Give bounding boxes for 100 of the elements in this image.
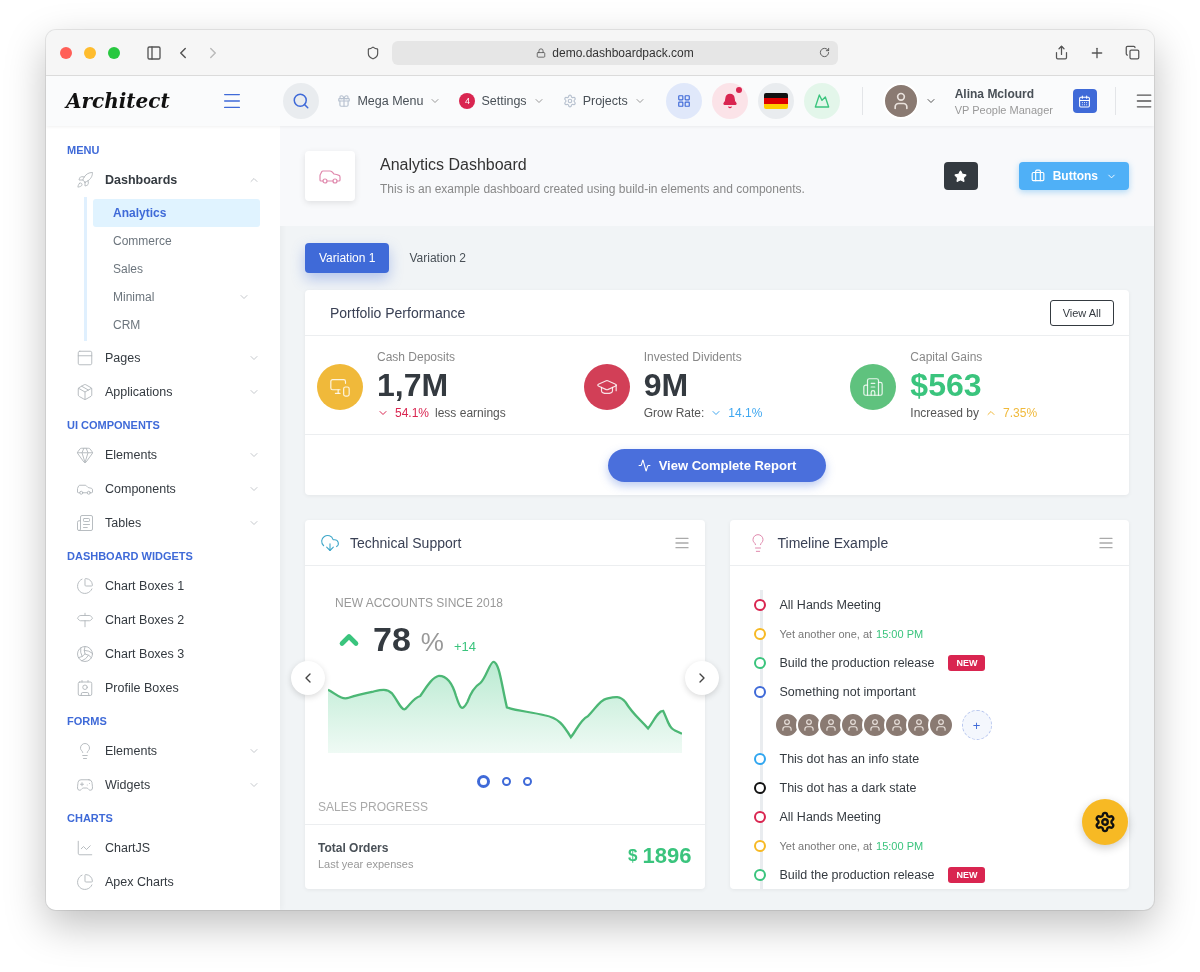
card-title: Portfolio Performance xyxy=(330,304,467,321)
sidebar-item[interactable]: Widgets xyxy=(66,768,260,802)
close-icon[interactable] xyxy=(60,46,72,59)
user-name: Alina Mclourd xyxy=(954,86,1036,101)
add-button[interactable]: + xyxy=(961,710,992,741)
search-icon xyxy=(292,92,311,110)
notifications-button[interactable] xyxy=(711,83,748,119)
orders-value: 1896 xyxy=(642,842,692,869)
sidebar-subitem[interactable]: Commerce xyxy=(93,227,260,255)
stat-label: Cash Deposits xyxy=(377,350,457,364)
timeline-text: All Hands Meeting xyxy=(779,809,881,824)
sidebar-item[interactable]: Apex Charts xyxy=(66,865,260,899)
page-subtitle: This is an example dashboard created using build-in elements and components. xyxy=(380,182,806,196)
sidebar-icon[interactable] xyxy=(146,44,162,61)
sidebar-item[interactable]: Elements xyxy=(66,734,260,768)
slide-dot[interactable] xyxy=(523,777,533,787)
stat-value: $563 xyxy=(910,366,983,405)
nav-menu-link[interactable]: Mega Menu xyxy=(337,94,442,108)
logo[interactable]: Architect xyxy=(66,89,170,113)
count-badge: 4 xyxy=(459,93,476,109)
value-delta: +14 xyxy=(453,639,476,655)
share-icon[interactable] xyxy=(1054,45,1069,60)
tab[interactable]: Variation 1 xyxy=(305,243,390,273)
avatar xyxy=(905,712,932,739)
sidebar-subitem[interactable]: CRM xyxy=(93,311,260,339)
sidebar-item-icon xyxy=(76,383,94,401)
stat-note: Increased by xyxy=(910,406,980,421)
timeline-text: Build the production release xyxy=(779,867,935,882)
sidebar-subitem[interactable]: Sales xyxy=(93,255,260,283)
tabs-icon[interactable] xyxy=(1125,45,1140,60)
currency-sign: $ xyxy=(628,845,638,866)
slide-dot[interactable] xyxy=(502,777,512,787)
nav-menu-link[interactable]: Projects xyxy=(562,94,646,108)
section-heading: UI COMPONENTS xyxy=(66,417,161,433)
timeline-text: This dot has an info state xyxy=(779,751,920,766)
bell-icon xyxy=(721,93,738,109)
tab[interactable]: Variation 2 xyxy=(395,243,480,273)
timeline-text: Something not important xyxy=(779,684,916,699)
gift-icon xyxy=(337,94,352,108)
shield-icon[interactable] xyxy=(366,45,380,60)
mountain-icon xyxy=(813,93,830,109)
new-badge: NEW xyxy=(948,866,986,883)
section-heading: DASHBOARD WIDGETS xyxy=(66,548,194,564)
value-unit: % xyxy=(420,627,444,659)
section-heading: FORMS xyxy=(66,713,108,729)
avatar xyxy=(839,712,866,739)
report-button[interactable]: View Complete Report xyxy=(607,448,827,482)
big-value: 78 xyxy=(373,620,411,660)
timeline-text: Build the production release xyxy=(779,655,935,670)
slide-dot[interactable] xyxy=(477,775,491,789)
calendar-button[interactable] xyxy=(1072,89,1097,113)
user-role: VP People Manager xyxy=(954,103,1053,116)
view-all-button[interactable]: View All xyxy=(1049,299,1114,326)
timeline-note: Yet another one, at xyxy=(779,839,873,852)
star-icon xyxy=(954,169,968,183)
sidebar-item[interactable]: Dashboards xyxy=(66,163,260,197)
new-badge: NEW xyxy=(948,654,986,671)
timeline-text: This dot has a dark state xyxy=(779,780,917,795)
nav-menu-link[interactable]: 4 Settings xyxy=(459,93,545,109)
car-icon xyxy=(305,151,355,201)
sidebar-item-icon xyxy=(76,679,94,697)
user-avatar[interactable] xyxy=(882,83,919,119)
stat-label: Capital Gains xyxy=(910,350,984,364)
address-bar[interactable]: demo.dashboardpack.com xyxy=(392,40,838,65)
favorite-button[interactable] xyxy=(943,162,978,190)
stat-value: 1,7M xyxy=(377,366,450,405)
settings-icon xyxy=(562,94,577,108)
reload-icon[interactable] xyxy=(819,47,830,58)
stat-note: Grow Rate: xyxy=(643,406,705,421)
language-button[interactable] xyxy=(757,83,794,119)
sidebar-item[interactable]: ChartJS xyxy=(66,831,260,865)
sidebar-item-icon xyxy=(76,776,94,794)
settings-icon xyxy=(1094,811,1116,833)
sidebar-item[interactable]: Elements xyxy=(66,438,260,472)
sidebar-subitem[interactable]: Minimal xyxy=(93,283,260,311)
stat-note: less earnings xyxy=(435,406,506,421)
sidebar-item[interactable]: Chart Boxes 3 xyxy=(66,637,260,671)
sidebar-subitem[interactable]: Analytics xyxy=(93,199,260,227)
sidebar-item[interactable]: Tables xyxy=(66,506,260,540)
sidebar-item[interactable]: Pages xyxy=(66,341,260,375)
sidebar-item-icon xyxy=(76,171,94,189)
card-title: Technical Support xyxy=(350,534,463,551)
sidebar-item[interactable]: Components xyxy=(66,472,260,506)
avatar xyxy=(883,712,910,739)
sidebar-item-icon xyxy=(76,873,94,891)
calendar-icon xyxy=(1078,94,1092,108)
sidebar-item[interactable]: Chart Boxes 2 xyxy=(66,603,260,637)
sidebar-item-icon xyxy=(76,839,94,857)
chart-caption: NEW ACCOUNTS SINCE 2018 xyxy=(334,596,505,611)
search-button[interactable] xyxy=(283,83,320,119)
sidebar-item-icon xyxy=(76,514,94,532)
sidebar-item[interactable]: Applications xyxy=(66,375,260,409)
apps-button[interactable] xyxy=(665,83,702,119)
section-heading: MENU xyxy=(66,142,101,158)
chart-icon xyxy=(637,458,651,472)
lock-icon xyxy=(536,47,547,58)
sidebar-item[interactable]: Profile Boxes xyxy=(66,671,260,705)
sidebar-item[interactable]: Chart Boxes 1 xyxy=(66,569,260,603)
stat-change: 14.1% xyxy=(728,406,763,421)
sidebar-item-icon xyxy=(76,446,94,464)
